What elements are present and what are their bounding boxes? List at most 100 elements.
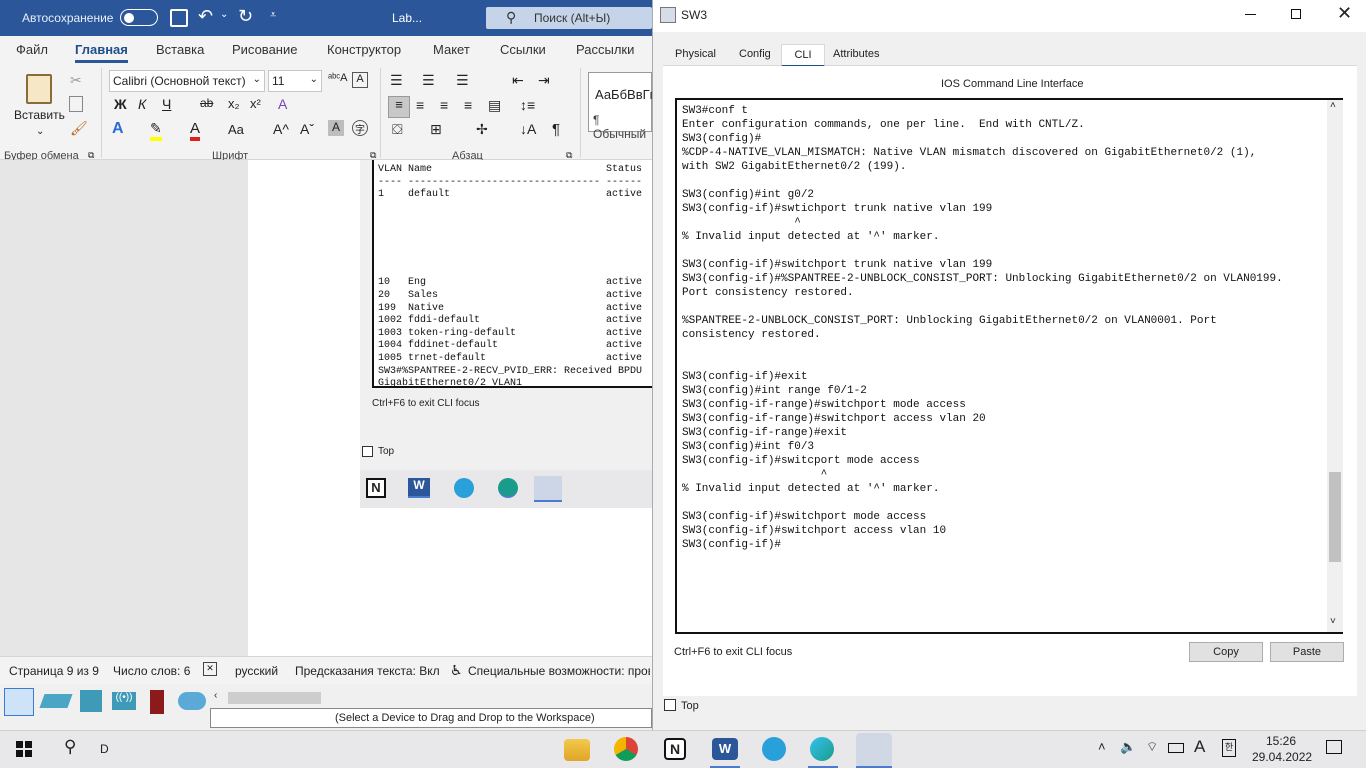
align-center-icon[interactable]: ≡ [416,97,424,113]
tab-file[interactable]: Файл [16,42,48,57]
file-explorer-icon[interactable] [564,739,590,761]
autosave-toggle[interactable] [120,9,158,26]
format-painter-icon[interactable]: 🖌 [70,120,88,137]
align-left-icon[interactable]: ≡ [388,96,410,118]
bold-icon[interactable]: Ж [114,96,127,112]
tab-insert[interactable]: Вставка [156,42,204,57]
tab-draw[interactable]: Рисование [232,42,297,57]
font-name-select[interactable]: Calibri (Основной текст) ⌄ [109,70,265,92]
cut-icon[interactable]: ✂ [70,72,82,89]
search-icon[interactable]: ⚲ [64,737,76,757]
tab-cli[interactable]: CLI [781,44,825,67]
font-color-icon[interactable]: A [190,120,201,141]
undo-dropdown-icon[interactable]: ⌄ [220,9,228,20]
tab-mailings[interactable]: Рассылки [576,42,634,57]
save-icon[interactable] [170,9,188,27]
ime-icon[interactable]: 한 [1222,739,1236,757]
redo-icon[interactable]: ↻ [238,6,253,27]
top-checkbox[interactable] [664,699,676,711]
cli-output[interactable]: SW3#conf t Enter configuration commands, … [682,104,1322,632]
increase-indent-icon[interactable]: ⇥ [538,72,550,89]
status-accessibility[interactable]: Специальные возможности: пров [468,664,650,678]
battery-icon[interactable] [1168,743,1184,753]
tab-physical[interactable]: Physical [675,48,716,60]
grow-font-icon[interactable]: A^ [273,121,289,137]
notion-icon[interactable]: N [664,738,686,760]
chevron-up-icon[interactable]: ˄ [1098,739,1106,754]
subscript-icon[interactable]: x₂ [228,96,240,111]
justify-icon[interactable]: ≡ [464,97,472,113]
shrink-font-icon[interactable]: Aˇ [300,121,314,137]
superscript-icon[interactable]: x² [250,96,261,111]
scroll-thumb[interactable] [1329,472,1341,562]
status-words[interactable]: Число слов: 6 [113,664,190,678]
doc-name[interactable]: Lab... [392,11,422,25]
undo-icon[interactable]: ↶ [198,6,213,27]
tab-config[interactable]: Config [739,48,771,60]
line-spacing-icon[interactable]: ↕≡ [520,97,535,113]
tab-layout[interactable]: Макет [433,42,470,57]
edge-icon[interactable] [810,737,834,761]
borders-icon[interactable]: ⊞ [430,121,442,138]
cli-console[interactable]: SW3#conf t Enter configuration commands, … [675,98,1343,634]
pilcrow-icon[interactable]: ¶ [552,121,560,138]
align-right-icon[interactable]: ≡ [440,97,448,113]
status-prediction[interactable]: Предсказания текста: Вкл [295,664,440,678]
word-search-box[interactable]: ⚲ Поиск (Alt+Ы) [486,7,652,29]
strikethrough-icon[interactable]: ab [200,96,213,110]
shading-icon[interactable]: ⛋ [392,121,403,138]
paste-button[interactable]: Paste [1270,642,1344,662]
status-language[interactable]: русский [235,664,278,678]
notifications-icon[interactable] [1326,740,1342,754]
tab-references[interactable]: Ссылки [500,42,546,57]
decrease-indent-icon[interactable]: ⇤ [512,72,524,89]
maximize-icon[interactable] [1291,9,1301,19]
paste-button[interactable]: Вставить ⌄ [10,70,68,142]
multilevel-list-icon[interactable]: ☰ [456,72,469,89]
security-category-icon[interactable] [150,690,164,714]
device-scrollbar[interactable] [228,692,652,704]
switch-category-icon[interactable] [39,694,73,708]
font-case-icon[interactable]: Aa [228,122,244,137]
highlight-color-icon[interactable]: ✎ [150,120,162,141]
clock-time[interactable]: 15:26 [1266,734,1296,748]
copy-button[interactable]: Copy [1189,642,1263,662]
asian-layout-icon[interactable]: ✢ [476,121,488,138]
proofing-icon[interactable]: ✕ [203,662,217,676]
scroll-down-icon[interactable]: ˅ [1330,616,1336,627]
text-effects-icon[interactable]: A [112,120,124,138]
chrome-icon[interactable] [614,737,638,761]
clear-format-icon[interactable]: A [352,72,368,88]
wifi-icon[interactable]: ⌔ [1146,739,1158,755]
sort-icon[interactable]: ↓A [520,121,536,137]
tab-attributes[interactable]: Attributes [833,48,879,60]
highlight-clear-icon[interactable]: A [278,96,287,112]
cli-scrollbar[interactable]: ˄ ˅ [1327,100,1343,632]
minimize-icon[interactable] [1245,14,1256,15]
close-icon[interactable]: ✕ [1337,3,1352,24]
wan-emulation-icon[interactable] [178,692,206,710]
bullets-icon[interactable]: ☰ [390,72,403,89]
distributed-icon[interactable]: ▤ [488,97,501,114]
scroll-left-icon[interactable]: ‹ [214,690,217,701]
speaker-icon[interactable]: 🔈 [1120,739,1136,755]
tab-design[interactable]: Конструктор [327,42,401,57]
clock-date[interactable]: 29.04.2022 [1252,750,1312,764]
packet-tracer-icon[interactable] [856,733,892,767]
char-shading-icon[interactable]: A [328,120,344,136]
underline-icon[interactable]: Ч [162,96,171,112]
scroll-up-icon[interactable]: ˄ [1330,100,1336,111]
taskbar-search-text[interactable]: D [100,742,109,756]
change-case-icon[interactable]: ᵃᵇᶜA [328,72,347,84]
italic-icon[interactable]: К [138,96,146,112]
status-page[interactable]: Страница 9 из 9 [9,664,99,678]
accessibility-icon[interactable]: ♿ [450,662,463,679]
enclose-char-icon[interactable]: 字 [352,120,368,136]
style-normal[interactable]: АаБбВвГг ¶ Обычный [588,72,654,141]
wireless-category-icon[interactable]: ((•)) [112,692,136,710]
tab-home[interactable]: Главная [75,42,128,63]
numbering-icon[interactable]: ☰ [422,72,435,89]
windows-start-icon[interactable] [16,741,32,757]
customize-qat-icon[interactable]: ⩡ [270,9,276,22]
word-icon[interactable]: W [712,738,738,760]
